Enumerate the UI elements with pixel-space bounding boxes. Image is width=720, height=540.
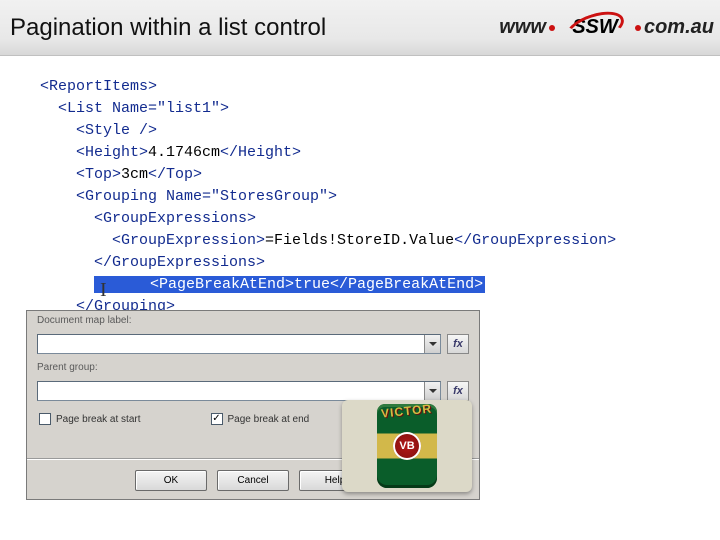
xml-line: <Top> — [40, 166, 121, 183]
ssw-logo: www SSW com.au — [499, 8, 714, 48]
xml-line: <Grouping Name="StoresGroup"> — [40, 188, 337, 205]
xml-highlighted-line[interactable]: <PageBreakAtEnd>true</PageBreakAtEnd> — [94, 276, 485, 293]
xml-line: </GroupExpressions> — [40, 254, 265, 271]
can-label: VB — [393, 432, 421, 460]
text-cursor-icon: I — [100, 279, 107, 302]
xml-line: </Top> — [148, 166, 202, 183]
doc-map-input-row: fx — [27, 330, 479, 358]
chevron-down-icon[interactable] — [424, 335, 440, 353]
xml-value: =Fields!StoreID.Value — [265, 232, 454, 249]
page-break-start-checkbox[interactable]: Page break at start — [39, 413, 141, 425]
logo-tld: com.au — [644, 16, 714, 39]
slide-title: Pagination within a list control — [10, 14, 326, 42]
xml-line: <List Name="list1"> — [40, 100, 229, 117]
xml-code-block: <ReportItems> <List Name="list1"> <Style… — [40, 76, 720, 318]
dot-icon — [635, 25, 641, 31]
cancel-button[interactable]: Cancel — [217, 470, 289, 491]
slide-header: Pagination within a list control www SSW… — [0, 0, 720, 56]
dot-icon — [549, 25, 555, 31]
pb-end-label: Page break at end — [228, 414, 310, 425]
xml-line: <ReportItems> — [40, 78, 157, 95]
checkbox-icon[interactable]: ✓ — [211, 413, 223, 425]
logo-swoosh: SSW — [560, 8, 630, 48]
pb-start-label: Page break at start — [56, 414, 141, 425]
vb-can-photo: VICTOR VB — [342, 400, 472, 492]
logo-www: www — [499, 16, 546, 39]
parent-group-row: Parent group: — [27, 358, 479, 377]
xml-value: 3cm — [121, 166, 148, 183]
expression-button[interactable]: fx — [447, 381, 469, 401]
doc-map-combo[interactable] — [37, 334, 441, 354]
xml-value: 4.1746cm — [148, 144, 220, 161]
chevron-down-icon[interactable] — [424, 382, 440, 400]
doc-map-row: Document map label: — [27, 311, 479, 330]
checkbox-icon[interactable] — [39, 413, 51, 425]
xml-line: </GroupExpression> — [454, 232, 616, 249]
parent-group-combo[interactable] — [37, 381, 441, 401]
xml-line: <Style /> — [40, 122, 157, 139]
ok-button[interactable]: OK — [135, 470, 207, 491]
page-break-end-checkbox[interactable]: ✓ Page break at end — [211, 413, 310, 425]
xml-line: </Height> — [220, 144, 301, 161]
doc-map-label: Document map label: — [37, 315, 133, 326]
content-area: I <ReportItems> <List Name="list1"> <Sty… — [0, 56, 720, 318]
xml-line: <GroupExpressions> — [40, 210, 256, 227]
parent-group-label: Parent group: — [37, 362, 133, 373]
xml-line: <GroupExpression> — [40, 232, 265, 249]
expression-button[interactable]: fx — [447, 334, 469, 354]
xml-line: <Height> — [40, 144, 148, 161]
swoosh-ellipse-icon — [562, 5, 628, 50]
